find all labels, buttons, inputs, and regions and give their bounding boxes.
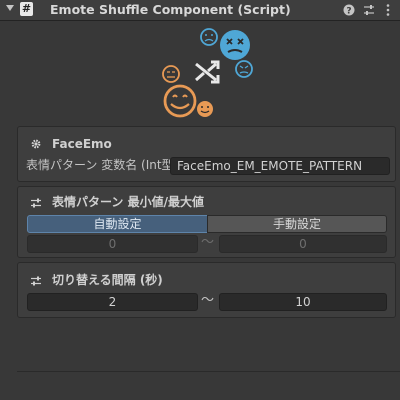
param-name-label: 表情パターン 変数名 (Int型) [26, 158, 179, 172]
inspector-divider [17, 371, 400, 372]
gear-icon [31, 139, 41, 149]
pattern-max-input[interactable]: 0 [219, 235, 387, 253]
faceemo-section-title: FaceEmo [52, 137, 112, 151]
auto-mode-button[interactable]: 自動設定 [27, 215, 208, 233]
emote-shuffle-logo-icon [162, 28, 253, 118]
manual-mode-button[interactable]: 手動設定 [207, 215, 387, 233]
interval-title: 切り替える間隔 (秒) [52, 273, 163, 287]
range-icon [31, 198, 41, 208]
pattern-min-input[interactable]: 0 [27, 235, 198, 253]
param-name-input[interactable]: FaceEmo_EM_EMOTE_PATTERN [170, 157, 390, 175]
range-separator: 〜 [201, 235, 215, 250]
preset-settings-icon[interactable] [362, 3, 376, 17]
component-header: # Emote Shuffle Component (Script) ? [0, 0, 400, 21]
interval-section: 切り替える間隔 (秒) 2 〜 10 [17, 262, 396, 318]
range-icon [31, 276, 41, 286]
pattern-range-title: 表情パターン 最小値/最大値 [52, 195, 204, 209]
faceemo-section: FaceEmo 表情パターン 変数名 (Int型) FaceEmo_EM_EMO… [17, 126, 396, 182]
pattern-range-section: 表情パターン 最小値/最大値 自動設定 手動設定 0 〜 0 [17, 186, 396, 258]
interval-min-input[interactable]: 2 [27, 293, 198, 311]
interval-max-input[interactable]: 10 [219, 293, 387, 311]
help-icon[interactable]: ? [342, 3, 356, 17]
script-icon: # [20, 2, 33, 16]
component-title[interactable]: Emote Shuffle Component (Script) [50, 0, 291, 20]
more-options-icon[interactable] [381, 3, 395, 17]
svg-text:?: ? [346, 6, 351, 16]
foldout-arrow-icon[interactable] [6, 5, 14, 11]
interval-separator: 〜 [201, 293, 215, 308]
